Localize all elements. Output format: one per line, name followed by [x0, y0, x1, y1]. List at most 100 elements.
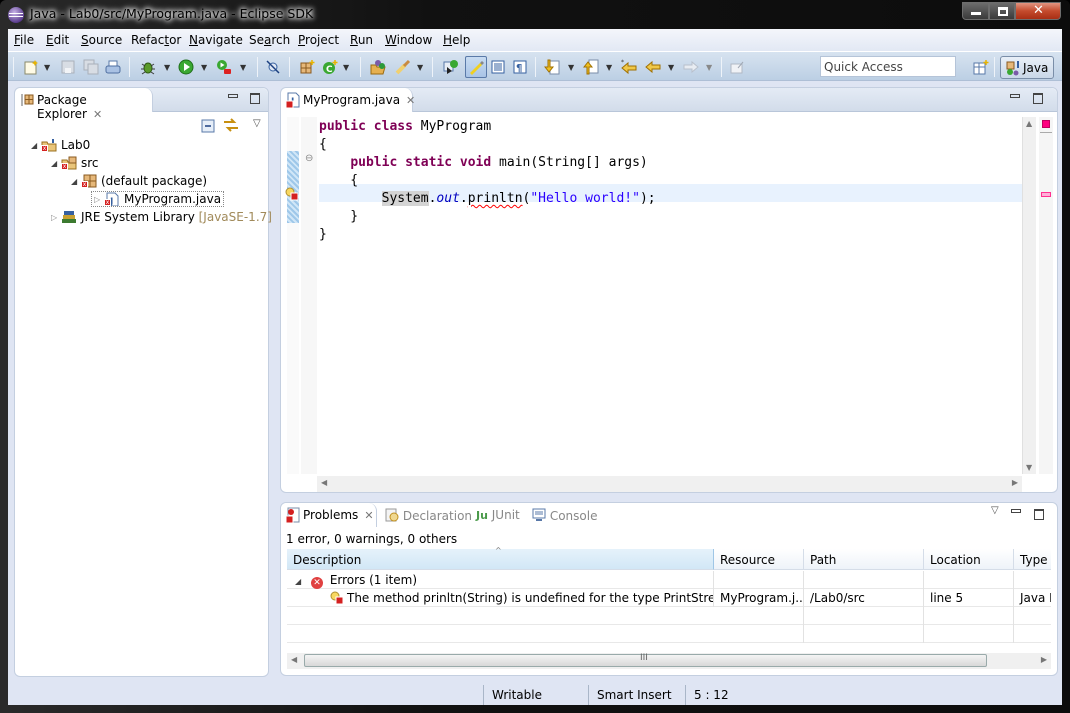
- new-java-class-icon[interactable]: C: [321, 58, 339, 76]
- code-area[interactable]: ⊖ public class MyProgram{ public static …: [281, 113, 1057, 492]
- column-header-path[interactable]: Path: [804, 549, 924, 570]
- column-header-description[interactable]: Description ^: [287, 546, 714, 570]
- table-row-problem[interactable]: The method prinltn(String) is undefined …: [287, 589, 1051, 607]
- fold-collapse-icon[interactable]: ⊖: [305, 153, 313, 164]
- maximize-button[interactable]: [989, 2, 1015, 20]
- print-icon[interactable]: [104, 58, 122, 76]
- error-quickfix-icon[interactable]: [285, 187, 299, 204]
- menu-source[interactable]: Source: [81, 33, 122, 47]
- close-tab-icon[interactable]: ✕: [93, 108, 102, 121]
- code-line[interactable]: {: [319, 136, 327, 154]
- close-tab-icon[interactable]: ✕: [406, 94, 415, 107]
- expanded-twistie-icon[interactable]: ◢: [51, 159, 61, 168]
- scroll-left-icon[interactable]: ◀: [291, 655, 297, 664]
- previous-annotation-icon[interactable]: [582, 58, 600, 76]
- close-tab-icon[interactable]: ✕: [364, 509, 373, 522]
- error-summary-icon[interactable]: [1042, 120, 1050, 128]
- tab-junit[interactable]: Ju JUnit: [476, 508, 520, 522]
- new-class-dropdown[interactable]: ▼: [343, 60, 351, 74]
- menu-refactor[interactable]: Refactor: [131, 33, 181, 47]
- close-button[interactable]: ✕: [1015, 2, 1061, 20]
- tree-item-myprogram-java[interactable]: ▷ Jx MyProgram.java: [91, 191, 225, 207]
- skip-breakpoints-icon[interactable]: [264, 58, 282, 76]
- error-marker[interactable]: [1041, 192, 1051, 197]
- open-type-icon[interactable]: [369, 58, 387, 76]
- expanded-twistie-icon[interactable]: ◢: [31, 141, 41, 150]
- minimize-view-icon[interactable]: [1011, 509, 1021, 513]
- horizontal-scrollbar[interactable]: ◀ ▶: [317, 476, 1022, 492]
- open-perspective-icon[interactable]: [972, 58, 990, 76]
- problems-horizontal-scrollbar[interactable]: ◀ III ▶: [287, 653, 1051, 669]
- next-annotation-dropdown[interactable]: ▼: [568, 60, 576, 74]
- view-menu-icon[interactable]: ▽: [991, 505, 999, 516]
- view-menu-icon[interactable]: ▽: [253, 118, 261, 129]
- menu-edit[interactable]: Edit: [46, 33, 69, 47]
- expanded-twistie-icon[interactable]: ◢: [295, 577, 301, 586]
- open-task-icon[interactable]: [442, 58, 460, 76]
- tab-problems[interactable]: Problems ✕: [281, 503, 377, 527]
- collapse-all-icon[interactable]: [201, 119, 215, 136]
- maximize-view-icon[interactable]: [250, 93, 260, 104]
- debug-dropdown[interactable]: ▼: [164, 60, 172, 74]
- forward-dropdown[interactable]: ▼: [706, 60, 714, 74]
- menu-run[interactable]: Run: [350, 33, 373, 47]
- new-icon[interactable]: [22, 58, 40, 76]
- toggle-block-selection-icon[interactable]: [489, 58, 507, 76]
- forward-icon[interactable]: [682, 58, 700, 76]
- external-tools-dropdown[interactable]: ▼: [240, 60, 248, 74]
- tree-item-lab0[interactable]: ◢ x Lab0: [31, 138, 90, 152]
- show-whitespace-icon[interactable]: ¶: [511, 58, 529, 76]
- search-icon[interactable]: [394, 58, 412, 76]
- save-icon[interactable]: [59, 58, 77, 76]
- last-edit-location-icon[interactable]: *: [620, 58, 638, 76]
- title-bar[interactable]: Java - Lab0/src/MyProgram.java - Eclipse…: [0, 0, 1070, 28]
- menu-navigate[interactable]: Navigate: [189, 33, 243, 47]
- code-line[interactable]: {: [319, 172, 358, 190]
- maximize-view-icon[interactable]: [1033, 93, 1043, 104]
- expanded-twistie-icon[interactable]: ◢: [71, 177, 81, 186]
- menu-window[interactable]: Window: [385, 33, 432, 47]
- debug-icon[interactable]: [139, 58, 157, 76]
- menu-help[interactable]: Help: [443, 33, 470, 47]
- code-line[interactable]: public static void main(String[] args): [319, 154, 647, 172]
- collapsed-twistie-icon[interactable]: ▷: [51, 213, 61, 222]
- scroll-left-icon[interactable]: ◀: [321, 478, 327, 487]
- new-dropdown[interactable]: ▼: [44, 60, 52, 74]
- back-dropdown[interactable]: ▼: [668, 60, 676, 74]
- collapsed-twistie-icon[interactable]: ▷: [94, 195, 104, 204]
- scroll-right-icon[interactable]: ▶: [1041, 655, 1047, 664]
- minimize-view-icon[interactable]: [228, 94, 238, 98]
- column-header-location[interactable]: Location: [924, 549, 1014, 570]
- scroll-down-icon[interactable]: ▼: [1026, 463, 1032, 472]
- code-line[interactable]: public class MyProgram: [319, 118, 491, 136]
- code-line[interactable]: }: [319, 208, 358, 226]
- scroll-right-icon[interactable]: ▶: [1012, 478, 1018, 487]
- run-dropdown[interactable]: ▼: [201, 60, 209, 74]
- tab-myprogram-java[interactable]: J MyProgram.java ✕: [281, 88, 415, 112]
- next-annotation-icon[interactable]: [543, 58, 561, 76]
- table-row-errors-group[interactable]: ◢ ✕ Errors (1 item): [287, 571, 1051, 589]
- menu-file[interactable]: File: [14, 33, 34, 47]
- menu-project[interactable]: Project: [298, 33, 339, 47]
- maximize-view-icon[interactable]: [1034, 509, 1044, 520]
- new-java-package-icon[interactable]: [298, 58, 316, 76]
- minimize-view-icon[interactable]: [1010, 94, 1020, 98]
- pin-editor-icon[interactable]: [728, 58, 746, 76]
- menu-search[interactable]: Search: [249, 33, 290, 47]
- external-tools-icon[interactable]: [215, 58, 233, 76]
- quick-access-input[interactable]: Quick Access: [820, 56, 956, 77]
- toggle-mark-occurrences-icon[interactable]: [465, 56, 487, 78]
- tab-declaration[interactable]: Declaration: [385, 508, 472, 523]
- scrollbar-thumb[interactable]: III: [304, 653, 987, 667]
- scroll-up-icon[interactable]: ▲: [1026, 119, 1032, 128]
- previous-annotation-dropdown[interactable]: ▼: [606, 60, 614, 74]
- tab-console[interactable]: Console: [532, 508, 597, 523]
- save-all-icon[interactable]: [82, 58, 100, 76]
- code-line[interactable]: System.out.prinltn("Hello world!");: [319, 190, 656, 208]
- search-dropdown[interactable]: ▼: [417, 60, 425, 74]
- java-perspective-button[interactable]: Java: [1000, 56, 1054, 79]
- tab-package-explorer[interactable]: Package Explorer ✕: [15, 88, 153, 121]
- code-line[interactable]: }: [319, 226, 327, 244]
- overview-ruler[interactable]: [1039, 117, 1053, 474]
- link-with-editor-icon[interactable]: [222, 117, 240, 136]
